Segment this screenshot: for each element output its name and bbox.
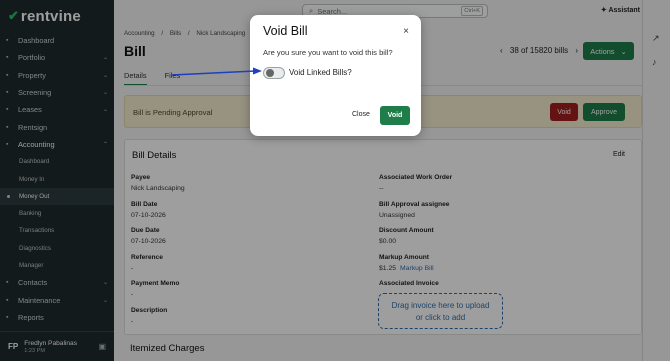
- arrow-head: [253, 67, 262, 75]
- annotation-arrow: [171, 67, 262, 76]
- arrow-line: [171, 70, 256, 76]
